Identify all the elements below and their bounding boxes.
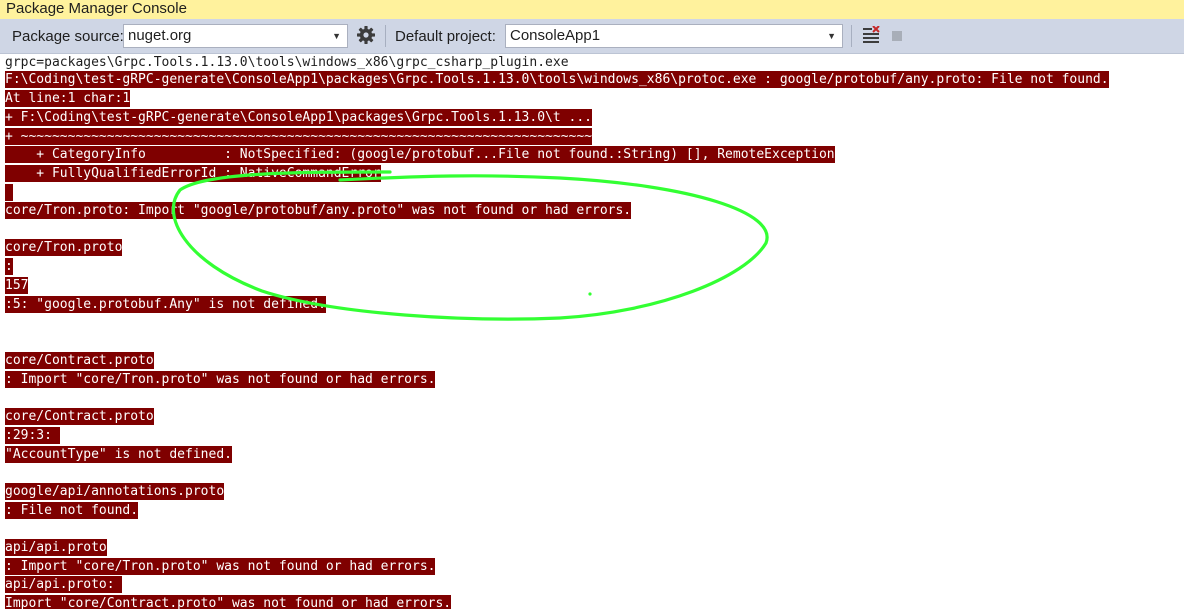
default-project-label: Default project:	[395, 28, 496, 45]
console-error-line: core/Contract.proto	[5, 352, 154, 369]
gear-icon[interactable]	[356, 25, 376, 45]
toolbar-separator	[851, 25, 852, 47]
console-error-line: 157	[5, 277, 29, 294]
clear-console-icon[interactable]	[862, 26, 880, 44]
chevron-down-icon: ▼	[827, 31, 836, 41]
console-output[interactable]: grpc=packages\Grpc.Tools.1.13.0\tools\wi…	[0, 54, 1184, 609]
console-error-line: core/Tron.proto: Import "google/protobuf…	[5, 202, 632, 219]
console-error-line: : Import "core/Tron.proto" was not found…	[5, 558, 436, 575]
console-error-line: "AccountType" is not defined.	[5, 446, 232, 463]
console-error-line: core/Contract.proto	[5, 408, 154, 425]
console-error-line	[5, 184, 13, 201]
console-error-line: :29:3:	[5, 427, 60, 444]
console-error-line: :5: "google.protobuf.Any" is not defined…	[5, 296, 326, 313]
console-error-line: + F:\Coding\test-gRPC-generate\ConsoleAp…	[5, 109, 592, 126]
console-error-line: + CategoryInfo : NotSpecified: (google/p…	[5, 146, 835, 163]
package-source-dropdown[interactable]: nuget.org ▼	[123, 24, 348, 48]
stop-icon[interactable]	[892, 31, 902, 41]
chevron-down-icon: ▼	[332, 31, 341, 41]
window-title: Package Manager Console	[0, 0, 1184, 19]
console-error-line: api/api.proto:	[5, 576, 123, 593]
package-source-label: Package source:	[12, 28, 124, 45]
console-error-line: + FullyQualifiedErrorId : NativeCommandE…	[5, 165, 381, 182]
console-error-line: google/api/annotations.proto	[5, 483, 225, 500]
console-error-line: Import "core/Contract.proto" was not fou…	[5, 595, 452, 609]
default-project-value: ConsoleApp1	[510, 27, 601, 44]
console-error-line: core/Tron.proto	[5, 239, 123, 256]
console-toolbar: Package source: nuget.org ▼ Default proj…	[0, 19, 1184, 54]
console-line: grpc=packages\Grpc.Tools.1.13.0\tools\wi…	[5, 55, 569, 70]
package-source-value: nuget.org	[128, 27, 192, 44]
console-error-line: At line:1 char:1	[5, 90, 131, 107]
console-error-line: : File not found.	[5, 502, 139, 519]
default-project-dropdown[interactable]: ConsoleApp1 ▼	[505, 24, 843, 48]
console-error-line: F:\Coding\test-gRPC-generate\ConsoleApp1…	[5, 71, 1109, 88]
console-error-line: + ~~~~~~~~~~~~~~~~~~~~~~~~~~~~~~~~~~~~~~…	[5, 128, 592, 145]
console-error-line: api/api.proto	[5, 539, 107, 556]
console-error-line: : Import "core/Tron.proto" was not found…	[5, 371, 436, 388]
toolbar-separator	[385, 25, 386, 47]
console-error-line: :	[5, 258, 13, 275]
